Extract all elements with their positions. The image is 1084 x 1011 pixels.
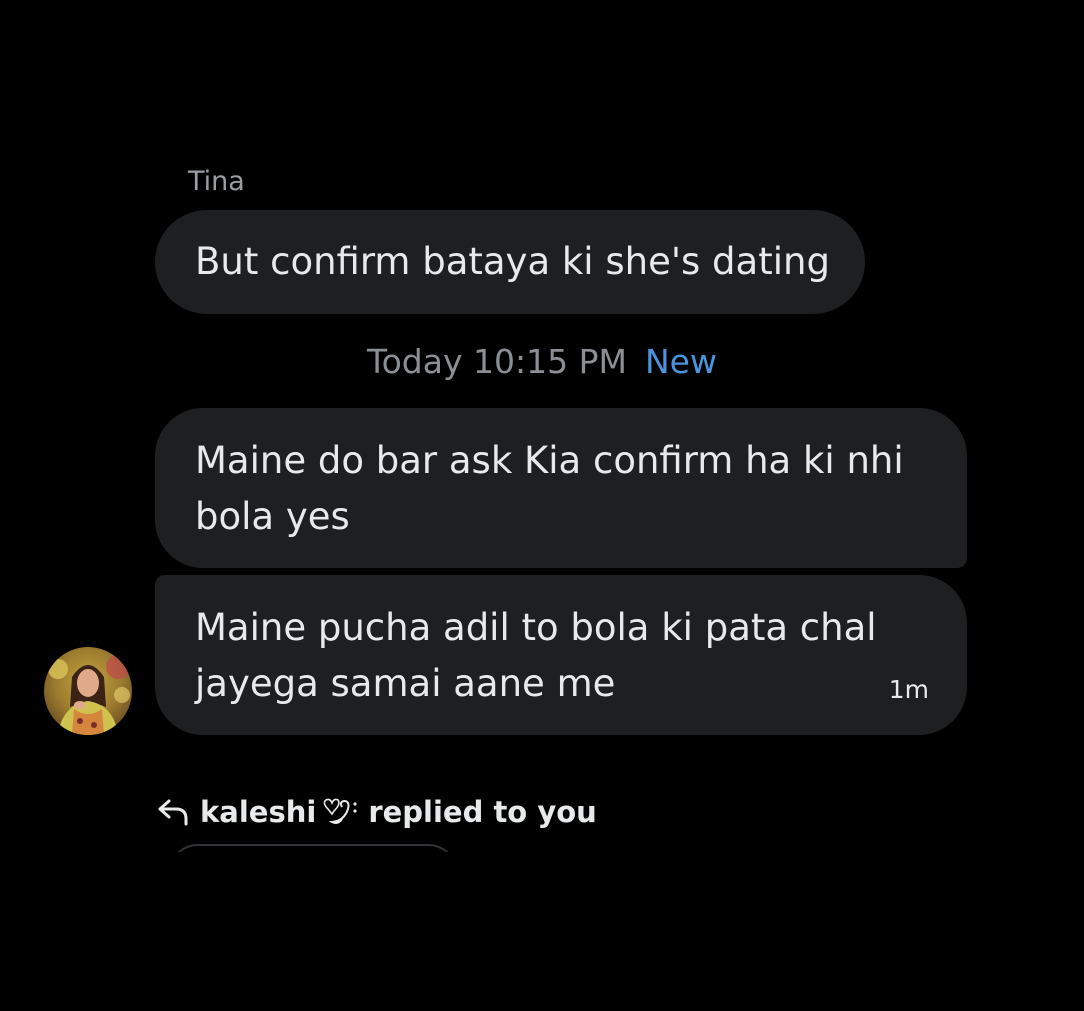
avatar[interactable] bbox=[44, 647, 132, 735]
avatar-image bbox=[44, 647, 132, 735]
message-bubble[interactable]: Maine pucha adil to bola ki pata chal ja… bbox=[155, 575, 967, 735]
sender-name: Tina bbox=[188, 166, 245, 197]
new-messages-divider: Today 10:15 PM New bbox=[0, 340, 1084, 384]
reply-suffix: replied to you bbox=[368, 795, 597, 829]
reply-notice[interactable]: kaleshi replied to you bbox=[156, 792, 597, 832]
message-bubble[interactable]: But confirm bataya ki she's dating bbox=[155, 210, 865, 314]
divider-timestamp: Today 10:15 PM bbox=[367, 342, 627, 381]
reply-username: kaleshi bbox=[200, 795, 317, 829]
message-text: Maine do bar ask Kia confirm ha ki nhi b… bbox=[195, 439, 904, 538]
reply-preview-outline bbox=[168, 844, 458, 852]
reply-arrow-icon bbox=[158, 799, 188, 826]
reply-preview-bubble[interactable] bbox=[168, 844, 458, 852]
message-bubble[interactable]: Maine do bar ask Kia confirm ha ki nhi b… bbox=[155, 408, 967, 568]
blank-area bbox=[0, 852, 1084, 1011]
message-timestamp: 1m bbox=[888, 675, 929, 704]
heart-swirl-icon bbox=[323, 798, 357, 824]
message-text: Maine pucha adil to bola ki pata chal ja… bbox=[195, 606, 877, 705]
message-text: But confirm bataya ki she's dating bbox=[195, 240, 830, 283]
new-badge: New bbox=[644, 342, 717, 381]
